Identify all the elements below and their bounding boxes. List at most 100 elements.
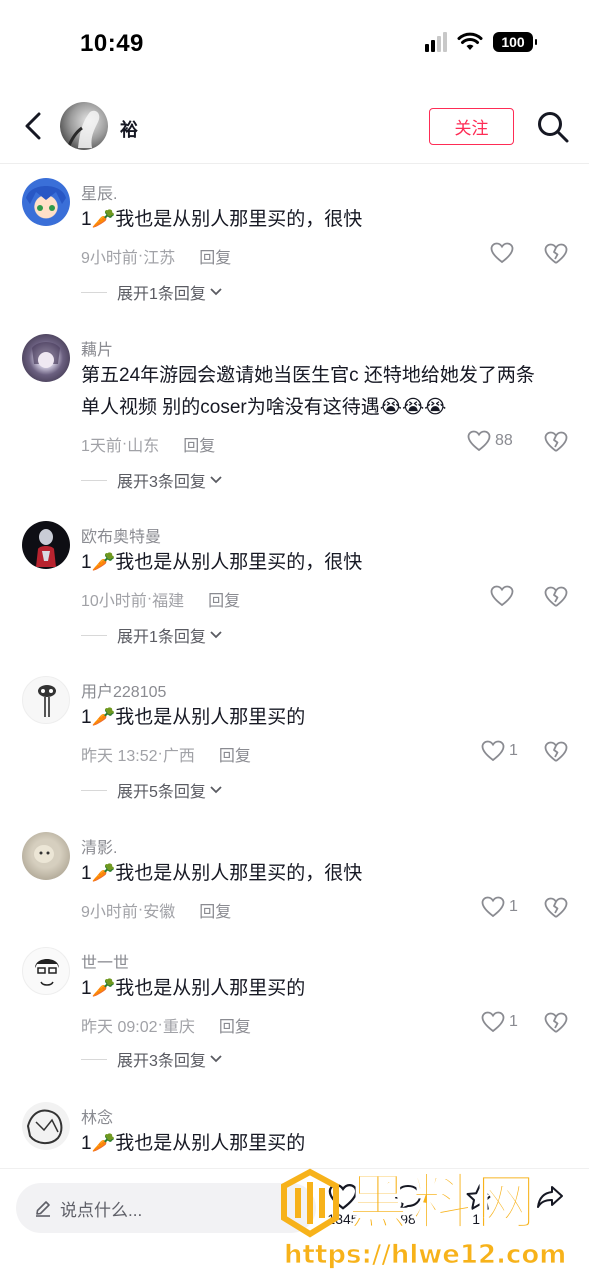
like-button[interactable] <box>490 242 518 264</box>
reply-button[interactable]: 回复 <box>219 742 251 766</box>
post-like-button[interactable]: 1345 <box>318 1183 368 1227</box>
bottom-bar: 说点什么... 1345 98 18 <box>0 1168 589 1280</box>
comment-time: 1天前 <box>81 438 122 455</box>
comment-text: 1🥕我也是从别人那里买的，很快 <box>81 552 363 573</box>
reply-button[interactable]: 回复 <box>219 1013 251 1037</box>
expand-replies[interactable]: 展开1条回复 <box>81 280 222 304</box>
status-icons: 100 <box>425 32 537 52</box>
comment-location: 江苏 <box>143 250 176 267</box>
comment-meta: 1天前 · 山东 回复 <box>81 432 215 456</box>
star-icon <box>466 1184 494 1210</box>
reply-button[interactable]: 回复 <box>199 898 231 922</box>
comment-meta: 9小时前 · 江苏 回复 <box>81 244 231 268</box>
expand-divider <box>81 789 107 791</box>
commenter-avatar[interactable] <box>22 676 70 724</box>
commenter-name[interactable]: 欧布奥特曼 <box>81 523 161 547</box>
chevron-down-icon <box>210 288 222 296</box>
commenter-name[interactable]: 用户228105 <box>81 678 166 702</box>
avatar-figure <box>35 959 59 986</box>
broken-heart-icon[interactable] <box>543 740 569 764</box>
comment-text: 第五24年游园会邀请她当医生官c 还特地给她发了两条 单人视频 别的coser为… <box>81 360 556 424</box>
commenter-name[interactable]: 林念 <box>81 1104 113 1128</box>
comment-location: 重庆 <box>162 1019 195 1036</box>
share-icon <box>537 1186 563 1208</box>
commenter-name[interactable]: 星辰. <box>81 180 117 204</box>
status-bar: 10:49 100 <box>0 0 589 88</box>
like-button[interactable]: 88 <box>467 430 513 452</box>
chevron-down-icon <box>210 1055 222 1063</box>
like-button[interactable]: 1 <box>481 740 518 762</box>
broken-heart-icon[interactable] <box>543 585 569 609</box>
comment-text-line: 单人视频 别的coser为啥没有这待遇😭😭😭 <box>81 397 447 418</box>
comment-text: 1🥕我也是从别人那里买的 <box>81 978 306 999</box>
author-name[interactable]: 裕 <box>120 116 138 142</box>
commenter-name[interactable]: 世一世 <box>81 949 129 973</box>
post-favorite-button[interactable]: 18 <box>455 1183 505 1227</box>
comment-time: 昨天 13:52 <box>81 748 158 765</box>
chevron-down-icon <box>210 476 222 484</box>
battery-icon: 100 <box>493 32 537 52</box>
search-icon[interactable] <box>536 110 570 144</box>
header: 裕 关注 <box>0 88 589 164</box>
comment-time: 9小时前 <box>81 904 138 921</box>
commenter-avatar[interactable] <box>22 832 70 880</box>
avatar-figure <box>36 529 56 567</box>
expand-replies[interactable]: 展开1条回复 <box>81 623 222 647</box>
comment-bubble-icon <box>394 1184 422 1211</box>
comment-text: 1🥕我也是从别人那里买的 <box>81 1133 306 1154</box>
commenter-name[interactable]: 清影. <box>81 834 117 858</box>
commenter-avatar[interactable] <box>22 334 70 382</box>
comment-input[interactable]: 说点什么... <box>16 1183 316 1233</box>
broken-heart-icon[interactable] <box>543 242 569 266</box>
back-button[interactable] <box>18 108 48 144</box>
like-button[interactable]: 1 <box>481 896 518 918</box>
expand-replies[interactable]: 展开5条回复 <box>81 778 222 802</box>
broken-heart-icon[interactable] <box>543 1011 569 1035</box>
expand-replies[interactable]: 展开3条回复 <box>81 468 222 492</box>
comment-text-line: 第五24年游园会邀请她当医生官c 还特地给她发了两条 <box>81 365 535 386</box>
comment-text: 1🥕我也是从别人那里买的，很快 <box>81 209 363 230</box>
avatar-face <box>32 342 60 368</box>
like-count: 1 <box>509 742 518 759</box>
comment-time: 10小时前 <box>81 593 147 610</box>
comment-text: 1🥕我也是从别人那里买的 <box>81 707 306 728</box>
avatar-figure <box>34 845 54 863</box>
post-comment-button[interactable]: 98 <box>383 1183 433 1227</box>
commenter-avatar[interactable] <box>22 178 70 226</box>
commenter-avatar[interactable] <box>22 521 70 569</box>
reply-button[interactable]: 回复 <box>183 432 215 456</box>
commenter-name[interactable]: 藕片 <box>81 336 113 360</box>
broken-heart-icon[interactable] <box>543 896 569 920</box>
post-share-button[interactable] <box>525 1183 575 1211</box>
heart-icon <box>490 585 514 607</box>
post-favorite-count: 18 <box>472 1211 488 1227</box>
commenter-avatar[interactable] <box>22 947 70 995</box>
commenter-avatar[interactable] <box>22 1102 70 1150</box>
broken-heart-icon[interactable] <box>543 430 569 454</box>
reply-button[interactable]: 回复 <box>199 244 231 268</box>
post-like-count: 1345 <box>327 1211 359 1227</box>
status-time: 10:49 <box>80 30 144 57</box>
follow-button[interactable]: 关注 <box>429 108 514 145</box>
heart-icon <box>490 242 514 264</box>
expand-label: 展开5条回复 <box>117 784 206 801</box>
like-button[interactable] <box>490 585 518 607</box>
comment-meta: 9小时前 · 安徽 回复 <box>81 898 231 922</box>
comment-input-placeholder: 说点什么... <box>60 1200 143 1220</box>
avatar-face <box>26 186 66 211</box>
reply-button[interactable]: 回复 <box>208 587 240 611</box>
author-avatar[interactable] <box>60 102 108 150</box>
comment-location: 福建 <box>152 593 185 610</box>
avatar-figure <box>26 1109 63 1144</box>
like-button[interactable]: 1 <box>481 1011 518 1033</box>
expand-replies[interactable]: 展开3条回复 <box>81 1047 222 1071</box>
comment-meta: 昨天 09:02 · 重庆 回复 <box>81 1013 251 1037</box>
heart-icon <box>328 1183 358 1210</box>
expand-label: 展开1条回复 <box>117 286 206 303</box>
comment-location: 广西 <box>162 748 195 765</box>
expand-label: 展开3条回复 <box>117 1053 206 1070</box>
expand-divider <box>81 479 107 481</box>
comment-time: 昨天 09:02 <box>81 1019 158 1036</box>
like-count: 88 <box>495 432 513 449</box>
comment-meta: 10小时前 · 福建 回复 <box>81 587 240 611</box>
